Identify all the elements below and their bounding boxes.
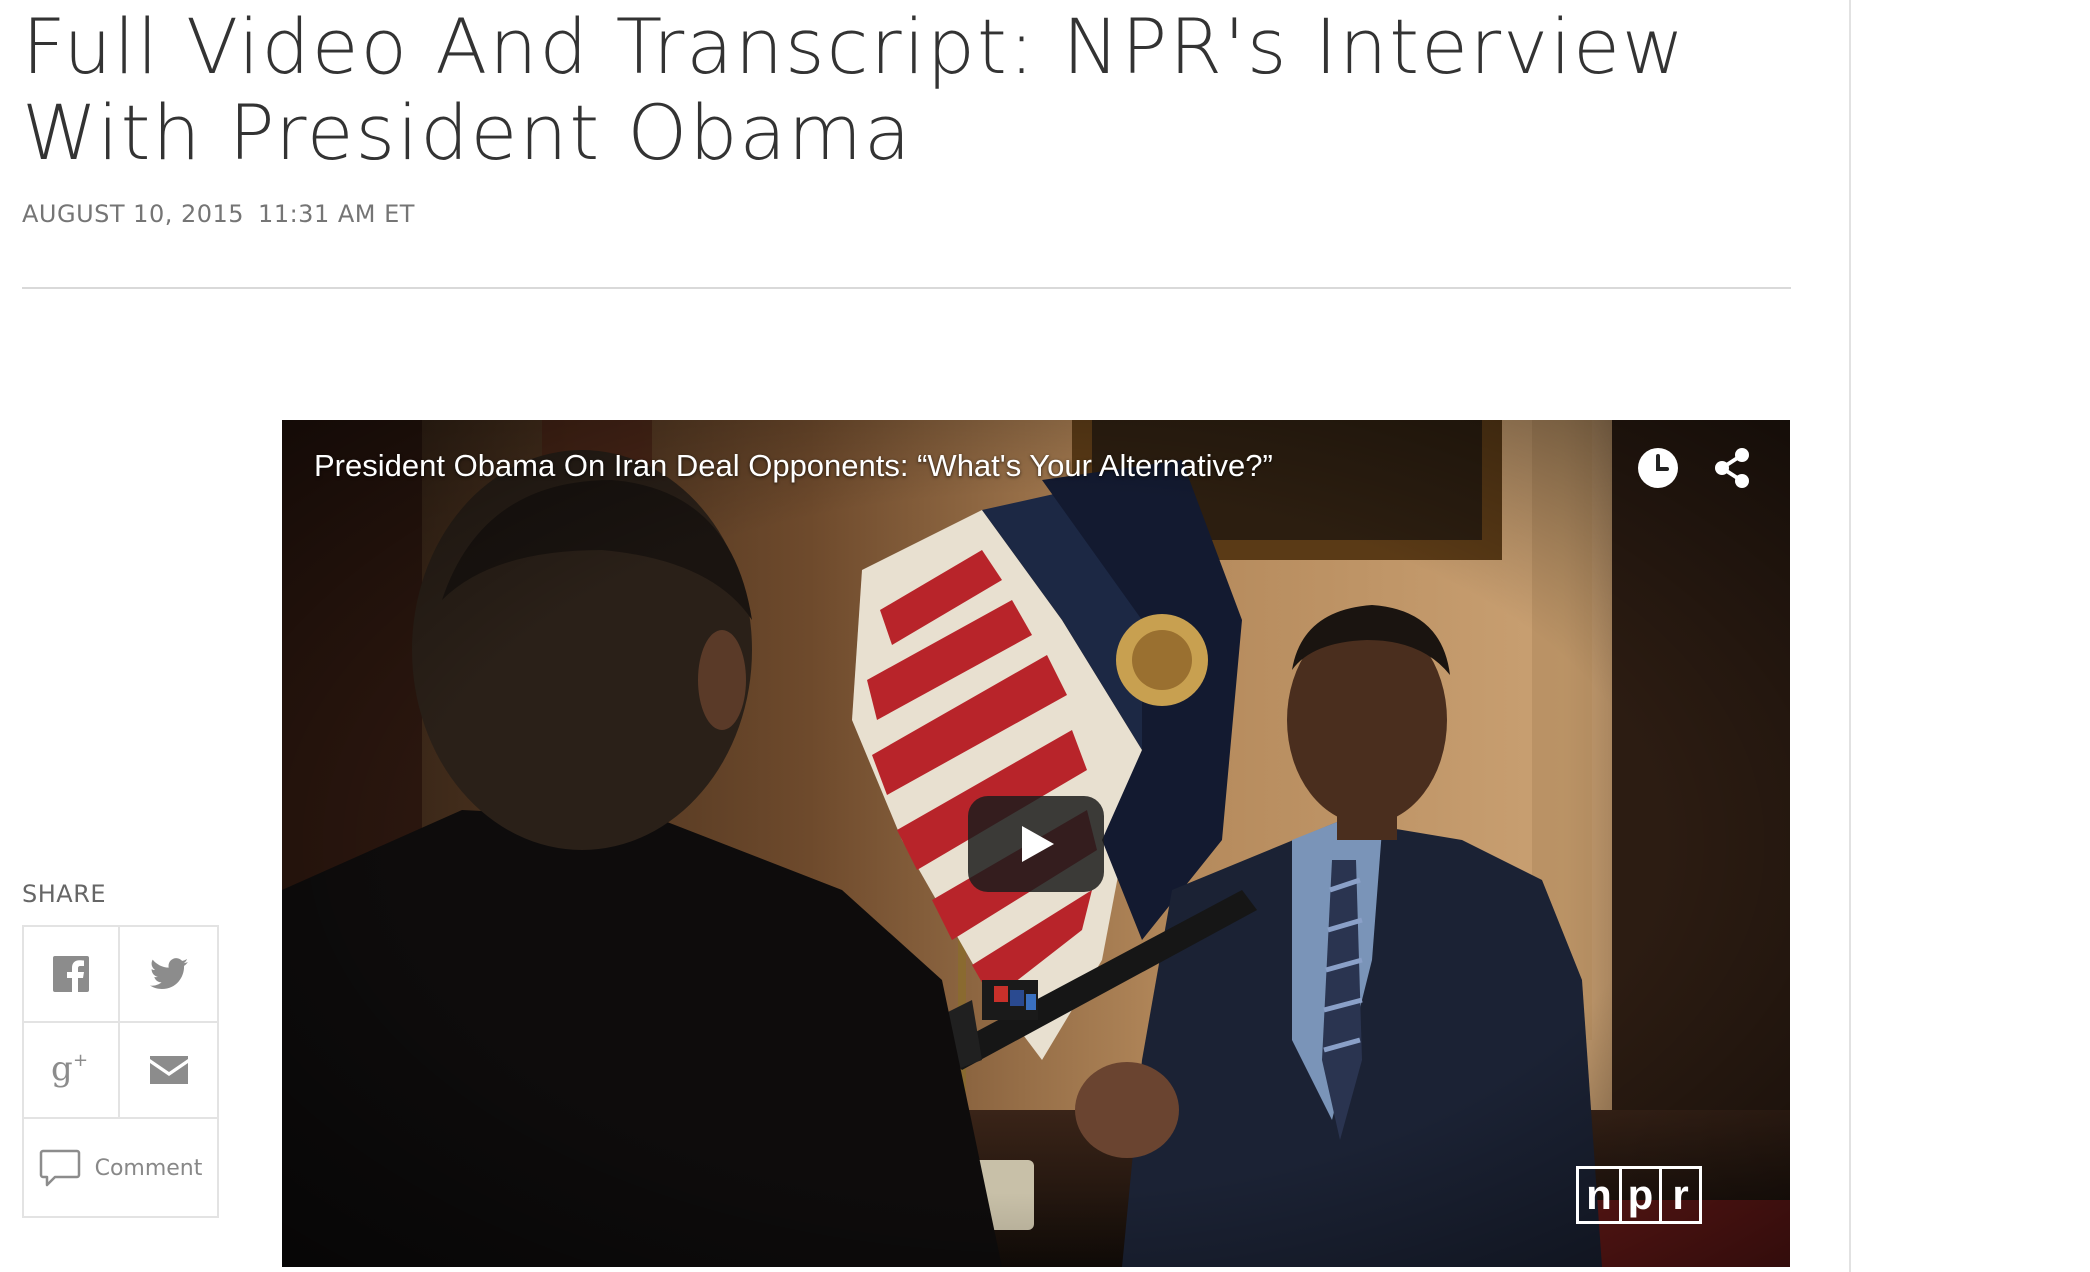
clock-icon xyxy=(1638,448,1678,488)
share-video-button[interactable] xyxy=(1710,446,1754,490)
headline: Full Video And Transcript: NPR's Intervi… xyxy=(22,2,1687,177)
divider xyxy=(22,287,1791,289)
comment-button[interactable]: Comment xyxy=(24,1121,217,1216)
page: Full Video And Transcript: NPR's Intervi… xyxy=(0,0,2090,1272)
email-icon xyxy=(149,1056,188,1084)
npr-logo-n: n xyxy=(1586,1171,1612,1218)
play-button[interactable] xyxy=(968,796,1104,892)
comment-icon xyxy=(39,1149,80,1186)
share-tools: g + Comment xyxy=(22,925,219,1218)
twitter-icon xyxy=(149,958,188,990)
share-email-button[interactable] xyxy=(120,1023,217,1119)
share-icon xyxy=(1715,448,1749,488)
article: Full Video And Transcript: NPR's Intervi… xyxy=(0,0,1850,1272)
svg-text:g: g xyxy=(51,1050,73,1089)
video-player[interactable]: President Obama On Iran Deal Opponents: … xyxy=(282,420,1790,1267)
dateline: AUGUST 10, 2015 11:31 AM ET xyxy=(22,200,415,228)
svg-text:+: + xyxy=(73,1050,88,1071)
article-date: AUGUST 10, 2015 xyxy=(22,200,245,228)
google-plus-icon: g + xyxy=(51,1050,88,1089)
watch-later-button[interactable] xyxy=(1636,446,1680,490)
article-time: 11:31 AM ET xyxy=(258,200,415,228)
npr-logo-r: r xyxy=(1659,1169,1699,1221)
share-google-plus-button[interactable]: g + xyxy=(24,1023,120,1119)
facebook-icon xyxy=(53,956,89,992)
comment-label: Comment xyxy=(94,1156,203,1181)
play-icon xyxy=(1022,826,1054,862)
npr-logo-p: p xyxy=(1619,1169,1659,1221)
video-title: President Obama On Iran Deal Opponents: … xyxy=(314,448,1273,483)
share-label: SHARE xyxy=(22,880,107,908)
npr-logo: npr xyxy=(1576,1166,1702,1224)
share-twitter-button[interactable] xyxy=(120,927,217,1023)
share-facebook-button[interactable] xyxy=(24,927,120,1023)
right-rail-divider xyxy=(1849,0,1851,1272)
